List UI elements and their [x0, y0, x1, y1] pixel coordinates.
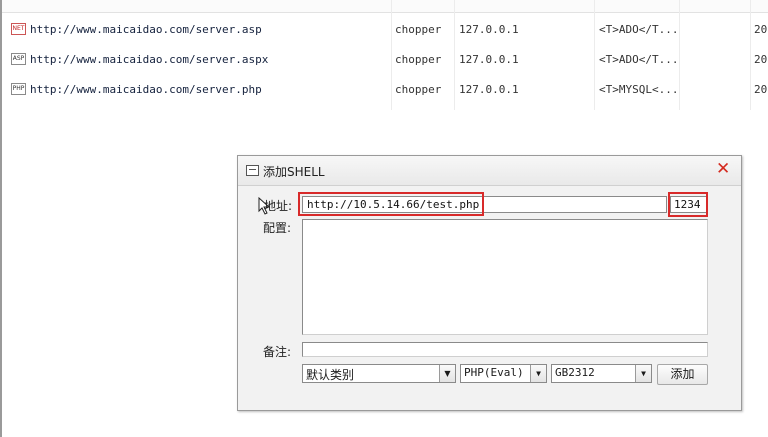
script-type-select[interactable]: PHP(Eval) ▼ [460, 364, 547, 383]
aspnet-file-icon: NET [11, 23, 26, 35]
shell-type: chopper [395, 53, 442, 66]
script-type-value: PHP(Eval) [464, 366, 524, 379]
dialog-titlebar[interactable]: 添加SHELL ✕ [238, 156, 741, 186]
add-shell-dialog: 添加SHELL ✕ 地址: http://10.5.14.66/test.php… [237, 155, 742, 411]
shell-ip: 127.0.0.1 [459, 83, 519, 96]
chevron-down-icon[interactable]: ▼ [635, 365, 651, 382]
add-button[interactable]: 添加 [657, 364, 708, 385]
php-file-icon: PHP [11, 83, 26, 95]
chevron-down-icon[interactable]: ▼ [530, 365, 546, 382]
config-textarea[interactable] [302, 219, 708, 335]
password-field[interactable]: 1234 [670, 196, 707, 213]
chevron-down-icon[interactable]: ▼ [439, 365, 455, 382]
table-row[interactable]: ASP http://www.maicaidao.com/server.aspx… [2, 50, 768, 72]
encoding-select[interactable]: GB2312 ▼ [551, 364, 652, 383]
table-row[interactable]: NET http://www.maicaidao.com/server.asp … [2, 20, 768, 42]
shell-url: http://www.maicaidao.com/server.aspx [30, 53, 269, 66]
url-field[interactable]: http://10.5.14.66/test.php [302, 196, 667, 213]
close-icon[interactable]: ✕ [716, 159, 730, 179]
shell-time: 20 [754, 23, 768, 36]
table-row[interactable]: PHP http://www.maicaidao.com/server.php … [2, 80, 768, 102]
shell-url: http://www.maicaidao.com/server.php [30, 83, 262, 96]
shell-url: http://www.maicaidao.com/server.asp [30, 23, 262, 36]
list-header [2, 0, 768, 13]
shell-type: chopper [395, 83, 442, 96]
shell-config: <T>MYSQL<... [599, 83, 679, 96]
shell-config: <T>ADO</T... [599, 23, 679, 36]
window-icon [246, 165, 259, 176]
shell-type: chopper [395, 23, 442, 36]
shell-ip: 127.0.0.1 [459, 53, 519, 66]
category-select[interactable]: 默认类别 ▼ [302, 364, 456, 383]
note-field[interactable] [302, 342, 708, 357]
note-label: 备注: [263, 345, 292, 359]
config-label: 配置: [263, 221, 292, 235]
address-label: 地址: [264, 199, 293, 213]
shell-ip: 127.0.0.1 [459, 23, 519, 36]
dialog-title: 添加SHELL [263, 165, 325, 179]
category-value: 默认类别 [306, 368, 355, 382]
asp-file-icon: ASP [11, 53, 26, 65]
shell-time: 20 [754, 53, 768, 66]
shell-config: <T>ADO</T... [599, 53, 679, 66]
encoding-value: GB2312 [555, 366, 595, 379]
shell-time: 20 [754, 83, 768, 96]
